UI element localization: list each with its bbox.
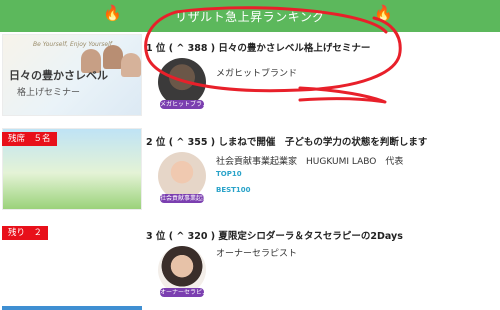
award-badge: TOP10 [216, 170, 242, 178]
item-subtitle: 社会貢献事業起業家 HUGKUMI LABO 代表 [216, 157, 404, 167]
avatar-label: オーナーセラピスト [160, 288, 204, 297]
ranking-item-1[interactable]: Be Yourself, Enjoy Yourself 日々の豊かさレベル 格上… [0, 34, 500, 124]
item-subtitle: オーナーセラピスト [216, 249, 298, 259]
item-title[interactable]: 2 位 ( ^ 355 ) しまねで開催 子どもの学力の状態を判断します [146, 134, 427, 148]
avatar[interactable] [158, 152, 206, 200]
event-thumbnail[interactable]: Be Yourself, Enjoy Yourself 日々の豊かさレベル 格上… [2, 34, 142, 116]
person-photo [121, 53, 141, 77]
status-badge: 残り ２ [2, 226, 49, 240]
thumbnail-title: 日々の豊かさレベル [9, 69, 108, 82]
avatar-label: メガヒットブランド [160, 100, 204, 109]
thumbnail-caption: Be Yourself, Enjoy Yourself [33, 41, 112, 48]
item-title[interactable]: 1 位 ( ^ 388 ) 日々の豊かさレベル格上げセミナー [146, 40, 370, 54]
person-photo [103, 45, 123, 69]
award-badge: BEST100 [216, 186, 251, 194]
item-subtitle: メガヒットブランド [216, 69, 298, 79]
fire-icon: 🔥 [374, 4, 393, 22]
avatar[interactable] [158, 58, 206, 106]
next-item-thumbnail-edge [2, 306, 142, 310]
item-title[interactable]: 3 位 ( ^ 320 ) 夏限定シロダーラ＆タスセラピーの2Days [146, 228, 403, 242]
ranking-item-2[interactable]: 残席 ５名 2 位 ( ^ 355 ) しまねで開催 子どもの学力の状態を判断し… [0, 128, 500, 218]
thumbnail-subtitle: 格上げセミナー [17, 88, 81, 98]
avatar[interactable] [158, 246, 206, 294]
status-badge: 残席 ５名 [2, 132, 57, 146]
ranking-header: 🔥 リザルト急上昇ランキング 🔥 [0, 0, 500, 32]
ranking-title: リザルト急上昇ランキング [175, 10, 325, 24]
ranking-item-3[interactable]: 残り ２ 3 位 ( ^ 320 ) 夏限定シロダーラ＆タスセラピーの2Days… [0, 222, 500, 310]
avatar-label: 社会貢献事業起業家 [160, 194, 204, 203]
